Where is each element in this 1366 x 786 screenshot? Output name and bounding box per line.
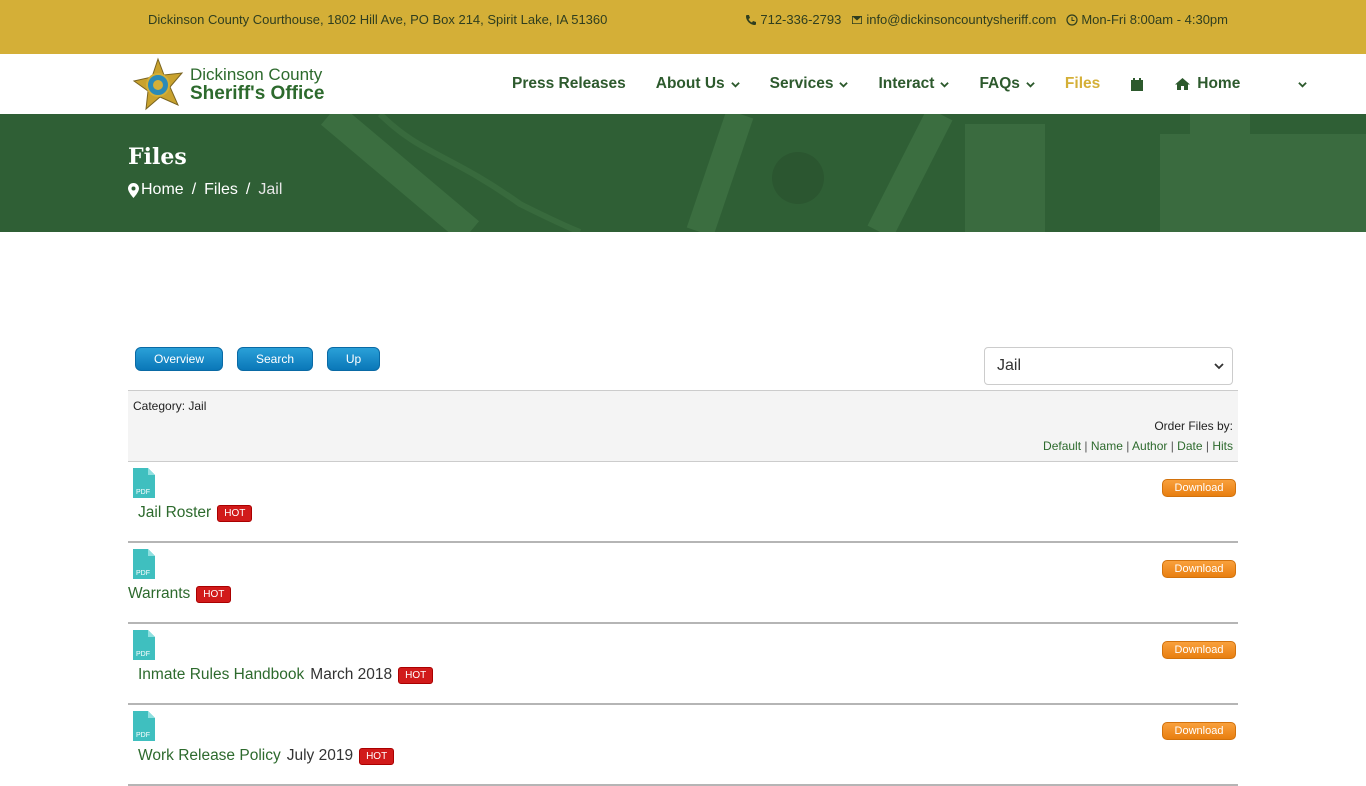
sort-default[interactable]: Default — [1043, 439, 1081, 453]
svg-text:PDF: PDF — [136, 651, 150, 658]
breadcrumb-home[interactable]: Home — [141, 181, 184, 199]
breadcrumb-separator: / — [191, 181, 197, 198]
search-button[interactable]: Search — [237, 347, 313, 371]
main-navigation: Dickinson County Sheriff's Office Press … — [0, 54, 1366, 114]
file-row: PDF Work Release Policy July 2019 HOT Do… — [128, 705, 1238, 786]
pdf-file-icon: PDF — [133, 468, 155, 498]
nav-label: Files — [1064, 75, 1101, 92]
sheriff-star-badge-icon — [132, 57, 184, 111]
chevron-down-icon — [1298, 81, 1308, 88]
order-files-label: Order Files by: — [1154, 419, 1233, 433]
sort-hits[interactable]: Hits — [1212, 439, 1233, 453]
pdf-file-icon: PDF — [133, 711, 155, 741]
calendar-icon — [1131, 77, 1144, 91]
envelope-icon — [852, 15, 863, 24]
email-link[interactable]: info@dickinsoncountysheriff.com — [851, 12, 1056, 27]
breadcrumb: Home / Files / Jail — [128, 181, 282, 199]
site-logo[interactable]: Dickinson County Sheriff's Office — [130, 57, 324, 113]
nav-label: Press Releases — [512, 75, 626, 92]
nav-label: Home — [1197, 75, 1241, 92]
phone-link[interactable]: 712-336-2793 — [745, 12, 841, 27]
map-pin-icon — [128, 182, 139, 198]
logo-line-1: Dickinson County — [190, 65, 323, 84]
file-date: July 2019 — [286, 747, 354, 764]
file-date: March 2018 — [310, 666, 393, 683]
breadcrumb-separator: / — [245, 181, 251, 198]
nav-label: Interact — [878, 75, 935, 92]
file-title: Inmate Rules Handbook March 2018 HOT — [138, 666, 434, 684]
nav-label: FAQs — [979, 75, 1020, 92]
file-row: PDF Inmate Rules Handbook March 2018 HOT… — [128, 624, 1238, 705]
hot-badge: HOT — [217, 504, 253, 522]
breadcrumb-current: Jail — [258, 181, 283, 198]
nav-item-faqs[interactable]: FAQs — [979, 75, 1035, 93]
sort-name[interactable]: Name — [1091, 439, 1123, 453]
page-header-banner: Files Home / Files / Jail — [0, 114, 1366, 232]
nav-item-press-releases[interactable]: Press Releases — [512, 75, 626, 93]
email-text: info@dickinsoncountysheriff.com — [866, 12, 1057, 27]
category-select-value: Jail — [997, 357, 1022, 374]
nav-item-services[interactable]: Services — [770, 75, 849, 93]
category-label: Category: Jail — [133, 399, 207, 413]
file-row: PDF Warrants HOT Download — [128, 543, 1238, 624]
hours-info: Mon-Fri 8:00am - 4:30pm — [1066, 12, 1228, 27]
hot-badge: HOT — [196, 585, 232, 603]
category-header: Category: Jail Order Files by: Default |… — [128, 390, 1238, 462]
category-select[interactable]: Jail — [984, 347, 1233, 385]
file-title: Work Release Policy July 2019 HOT — [138, 747, 395, 765]
file-link[interactable]: Warrants — [128, 585, 190, 603]
breadcrumb-files[interactable]: Files — [204, 181, 238, 199]
download-button[interactable]: Download — [1162, 560, 1236, 578]
file-link[interactable]: Work Release Policy — [138, 747, 281, 765]
contact-info: 712-336-2793 info@dickinsoncountysheriff… — [745, 12, 1228, 27]
nav-label: Services — [769, 75, 834, 92]
chevron-down-icon — [839, 81, 849, 88]
phone-text: 712-336-2793 — [760, 12, 842, 27]
sort-author[interactable]: Author — [1132, 439, 1167, 453]
file-link[interactable]: Inmate Rules Handbook — [138, 666, 304, 684]
nav-item-interact[interactable]: Interact — [878, 75, 950, 93]
chevron-down-icon — [1026, 81, 1035, 88]
clock-icon — [1066, 13, 1078, 26]
svg-text:PDF: PDF — [136, 570, 150, 577]
file-row: PDF Jail Roster HOT Download — [128, 462, 1238, 543]
download-button[interactable]: Download — [1162, 641, 1236, 659]
home-icon — [1175, 78, 1191, 90]
nav-item-files[interactable]: Files — [1065, 75, 1100, 93]
nav-item-home[interactable]: Home — [1174, 75, 1240, 93]
chevron-down-icon — [940, 81, 950, 88]
file-title: Jail Roster HOT — [138, 504, 253, 522]
file-link[interactable]: Jail Roster — [138, 504, 211, 522]
phone-icon — [746, 14, 757, 25]
hot-badge: HOT — [359, 747, 395, 765]
pdf-file-icon: PDF — [133, 630, 155, 660]
nav-label: About Us — [655, 75, 725, 92]
nav-menu: Press Releases About Us Services Interac… — [512, 54, 1337, 114]
nav-item-about-us[interactable]: About Us — [656, 75, 740, 93]
page-title: Files — [128, 144, 187, 170]
pdf-file-icon: PDF — [133, 549, 155, 579]
download-button[interactable]: Download — [1162, 479, 1236, 497]
logo-line-2: Sheriff's Office — [190, 83, 325, 104]
download-button[interactable]: Download — [1162, 722, 1236, 740]
chevron-down-icon — [730, 81, 740, 88]
chevron-down-icon — [1214, 363, 1224, 370]
hours-text: Mon-Fri 8:00am - 4:30pm — [1081, 12, 1228, 27]
nav-more-dropdown[interactable] — [1298, 80, 1308, 89]
sort-date[interactable]: Date — [1177, 439, 1202, 453]
decorative-background — [320, 114, 1366, 232]
hot-badge: HOT — [398, 666, 434, 684]
file-title: Warrants HOT — [128, 585, 232, 603]
nav-item-calendar[interactable] — [1130, 77, 1144, 92]
address-text: Dickinson County Courthouse, 1802 Hill A… — [148, 12, 608, 27]
svg-text:PDF: PDF — [136, 732, 150, 739]
svg-text:PDF: PDF — [136, 489, 150, 496]
overview-button[interactable]: Overview — [135, 347, 223, 371]
sort-options: Default | Name | Author | Date | Hits — [1043, 439, 1233, 453]
top-info-bar: Dickinson County Courthouse, 1802 Hill A… — [0, 0, 1366, 54]
up-button[interactable]: Up — [327, 347, 380, 371]
